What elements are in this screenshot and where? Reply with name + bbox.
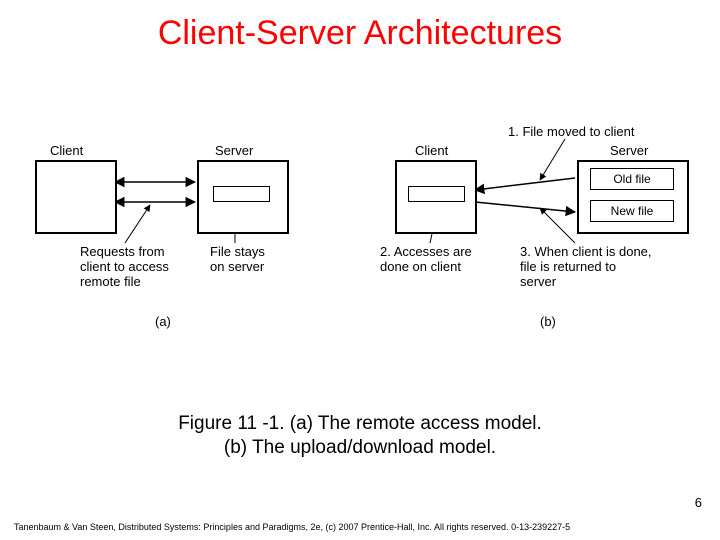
a-client-label: Client (50, 144, 83, 159)
a-subfig-label: (a) (155, 315, 171, 330)
b-step2-label: 2. Accesses are done on client (380, 245, 472, 275)
b-client-file-box (408, 186, 465, 202)
b-old-file-box: Old file (590, 168, 674, 190)
slide-title: Client-Server Architectures (0, 14, 720, 53)
figure-caption: Figure 11 -1. (a) The remote access mode… (0, 412, 720, 460)
a-file-stays-label: File stays on server (210, 245, 265, 275)
b-step3-label: 3. When client is done, file is returned… (520, 245, 652, 290)
diagram-arrows (20, 120, 700, 350)
a-requests-label: Requests from client to access remote fi… (80, 245, 169, 290)
b-new-file-box: New file (590, 200, 674, 222)
b-server-label: Server (610, 144, 648, 159)
caption-line-1: Figure 11 -1. (a) The remote access mode… (178, 413, 542, 434)
caption-line-2: (b) The upload/download model. (224, 437, 496, 458)
page-number: 6 (695, 495, 702, 510)
a-file-box (213, 186, 270, 202)
a-client-box (35, 160, 117, 234)
a-server-label: Server (215, 144, 253, 159)
b-subfig-label: (b) (540, 315, 556, 330)
figure-diagram: Client Server Requests from client to ac… (20, 120, 700, 350)
b-step1-label: 1. File moved to client (508, 125, 634, 140)
b-client-label: Client (415, 144, 448, 159)
footer-copyright: Tanenbaum & Van Steen, Distributed Syste… (14, 522, 570, 532)
